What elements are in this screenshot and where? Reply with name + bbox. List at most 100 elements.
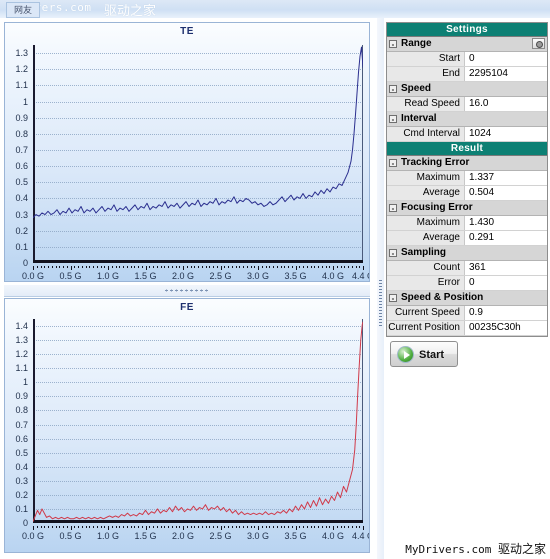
property-label: Maximum xyxy=(387,171,465,185)
x-axis-minor-tick xyxy=(93,526,94,528)
y-axis-tick-label: 0.6 xyxy=(15,161,28,172)
property-row[interactable]: Average 0.504 xyxy=(387,186,547,201)
category-row-speed-position[interactable]: - Speed & Position xyxy=(387,291,547,306)
property-value[interactable]: 0 xyxy=(465,52,547,66)
x-axis-minor-tick xyxy=(295,266,297,268)
x-axis-tick-label: 3.5 G xyxy=(284,531,307,541)
expander-icon[interactable]: - xyxy=(389,249,397,258)
x-axis-minor-tick xyxy=(194,526,196,528)
x-axis-minor-tick xyxy=(70,266,72,268)
start-button-label: Start xyxy=(419,349,445,361)
x-axis-minor-tick xyxy=(59,266,61,268)
x-axis-minor-tick xyxy=(325,266,327,268)
x-axis-minor-tick xyxy=(299,526,301,528)
x-axis-minor-tick xyxy=(66,526,68,528)
x-axis-minor-tick xyxy=(36,266,38,268)
x-axis-minor-tick xyxy=(276,526,278,528)
expander-icon[interactable]: - xyxy=(389,294,397,303)
property-row[interactable]: Read Speed 16.0 xyxy=(387,97,547,112)
property-row[interactable]: End 2295104 xyxy=(387,67,547,82)
property-value[interactable]: 1024 xyxy=(465,127,547,141)
property-row[interactable]: Cmd Interval 1024 xyxy=(387,127,547,142)
x-axis-minor-tick xyxy=(175,526,177,528)
x-axis-minor-tick xyxy=(115,266,117,268)
te-plot-area: 0 0.1 0.2 0.3 0.4 0.5 0.6 0.7 0.8 0.9 1 1.1 1.2 1.3 0.… xyxy=(15,45,369,281)
property-value[interactable]: 0.9 xyxy=(465,306,547,320)
property-pages-icon[interactable] xyxy=(532,38,545,49)
y-axis-tick-label: 0.2 xyxy=(15,225,28,236)
x-axis-minor-tick xyxy=(216,526,218,528)
property-value[interactable]: 2295104 xyxy=(465,67,547,81)
x-axis-minor-tick xyxy=(198,526,199,528)
x-axis-minor-tick xyxy=(344,266,346,268)
x-axis-minor-tick xyxy=(348,266,349,268)
y-axis-tick-label: 1.1 xyxy=(15,80,28,91)
x-axis-minor-tick xyxy=(254,526,256,528)
x-axis-minor-tick xyxy=(205,526,207,528)
x-axis-minor-tick xyxy=(303,266,304,268)
expander-icon[interactable]: - xyxy=(389,204,397,213)
x-axis-minor-tick xyxy=(190,266,192,268)
property-row[interactable]: Average 0.291 xyxy=(387,231,547,246)
x-axis-minor-tick xyxy=(33,266,34,268)
y-axis-tick-label: 0.7 xyxy=(15,145,28,155)
category-row-focusing-error[interactable]: - Focusing Error xyxy=(387,201,547,216)
x-axis-tick-label: 3.0 G xyxy=(246,531,270,541)
x-axis-minor-tick xyxy=(164,526,166,528)
property-value[interactable]: 0 xyxy=(465,276,547,290)
x-axis-tick-label: 2.0 G xyxy=(171,271,195,281)
x-axis-minor-tick xyxy=(273,526,274,528)
property-value[interactable]: 16.0 xyxy=(465,97,547,111)
fe-chart-canvas: FE 0 0.1 0.2 0.3 0.4 0.5 0.6 0.7 0.8 0.9 1 1.1 1.2 1.… xyxy=(5,299,369,552)
property-label: Current Speed xyxy=(387,306,465,320)
expander-icon[interactable]: - xyxy=(389,85,397,94)
property-row[interactable]: Count 361 xyxy=(387,261,547,276)
property-value[interactable]: 0.504 xyxy=(465,186,547,200)
expander-icon[interactable]: - xyxy=(389,40,397,49)
y-axis-tick-label: 1 xyxy=(22,377,28,388)
x-axis-minor-tick xyxy=(160,526,162,528)
start-button[interactable]: Start xyxy=(390,341,458,367)
property-value[interactable]: 1.430 xyxy=(465,216,547,230)
x-axis-minor-tick xyxy=(359,266,361,268)
category-row-sampling[interactable]: - Sampling xyxy=(387,246,547,261)
category-label: Range xyxy=(401,38,432,49)
category-row-range[interactable]: - Range xyxy=(387,37,547,52)
property-label: Count xyxy=(387,261,465,275)
property-row[interactable]: Start 0 xyxy=(387,52,547,67)
category-label: Focusing Error xyxy=(401,202,473,213)
x-axis-minor-tick xyxy=(74,266,76,268)
property-row[interactable]: Current Speed 0.9 xyxy=(387,306,547,321)
x-axis-tick-label: 1.0 G xyxy=(96,531,120,541)
x-axis-minor-tick xyxy=(59,526,61,528)
x-axis-minor-tick xyxy=(228,266,229,268)
expander-icon[interactable]: - xyxy=(389,159,397,168)
x-axis-minor-tick xyxy=(363,526,364,528)
category-row-speed[interactable]: - Speed xyxy=(387,82,547,97)
x-axis-minor-tick xyxy=(318,266,319,268)
property-value[interactable]: 361 xyxy=(465,261,547,275)
property-row[interactable]: Error 0 xyxy=(387,276,547,291)
property-row[interactable]: Current Position 00235C30h xyxy=(387,321,547,336)
x-axis-tick-label: 3.5 G xyxy=(284,271,307,281)
x-axis-minor-tick xyxy=(145,266,147,268)
x-axis-minor-tick xyxy=(235,526,237,528)
category-row-interval[interactable]: - Interval xyxy=(387,112,547,127)
property-value[interactable]: 0.291 xyxy=(465,231,547,245)
property-value[interactable]: 1.337 xyxy=(465,171,547,185)
x-axis-minor-tick xyxy=(186,266,188,268)
fe-chart-title: FE xyxy=(180,302,194,313)
x-axis-minor-tick xyxy=(85,266,87,268)
x-axis-minor-tick xyxy=(134,526,136,528)
x-axis-minor-tick xyxy=(254,266,256,268)
property-value[interactable]: 00235C30h xyxy=(465,321,547,335)
x-axis-minor-tick xyxy=(333,526,334,528)
category-row-tracking-error[interactable]: - Tracking Error xyxy=(387,156,547,171)
horizontal-splitter[interactable] xyxy=(4,284,370,297)
property-row[interactable]: Maximum 1.337 xyxy=(387,171,547,186)
property-row[interactable]: Maximum 1.430 xyxy=(387,216,547,231)
expander-icon[interactable]: - xyxy=(389,115,397,124)
x-axis-minor-tick xyxy=(340,266,342,268)
x-axis-minor-tick xyxy=(55,526,57,528)
x-axis-minor-tick xyxy=(156,526,158,528)
